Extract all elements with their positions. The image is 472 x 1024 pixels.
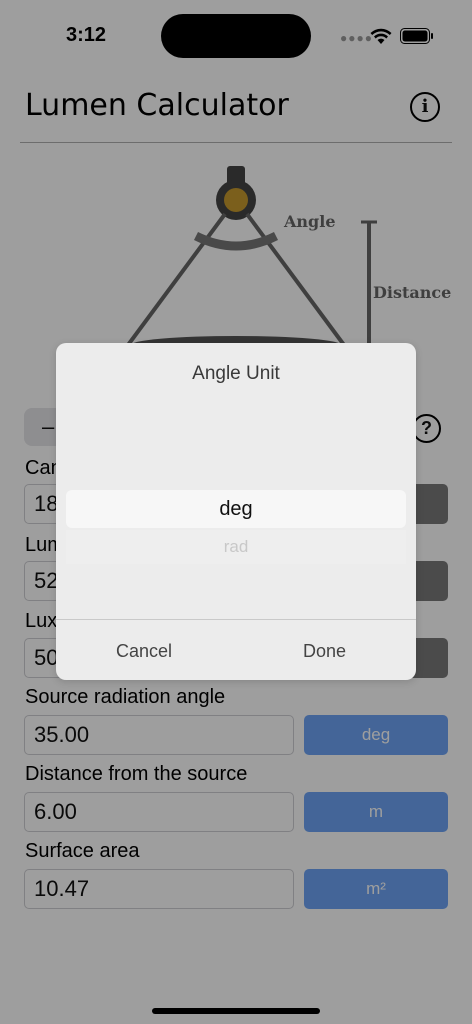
picker-option-deg[interactable]: deg	[66, 490, 406, 528]
home-indicator[interactable]	[152, 1008, 320, 1014]
picker-divider	[56, 619, 416, 620]
picker-option-rad[interactable]: rad	[66, 530, 406, 564]
angle-unit-picker: Angle Unit deg rad Cancel Done	[56, 343, 416, 680]
done-button[interactable]: Done	[303, 641, 346, 662]
picker-title: Angle Unit	[192, 363, 280, 384]
cancel-button[interactable]: Cancel	[116, 641, 172, 662]
